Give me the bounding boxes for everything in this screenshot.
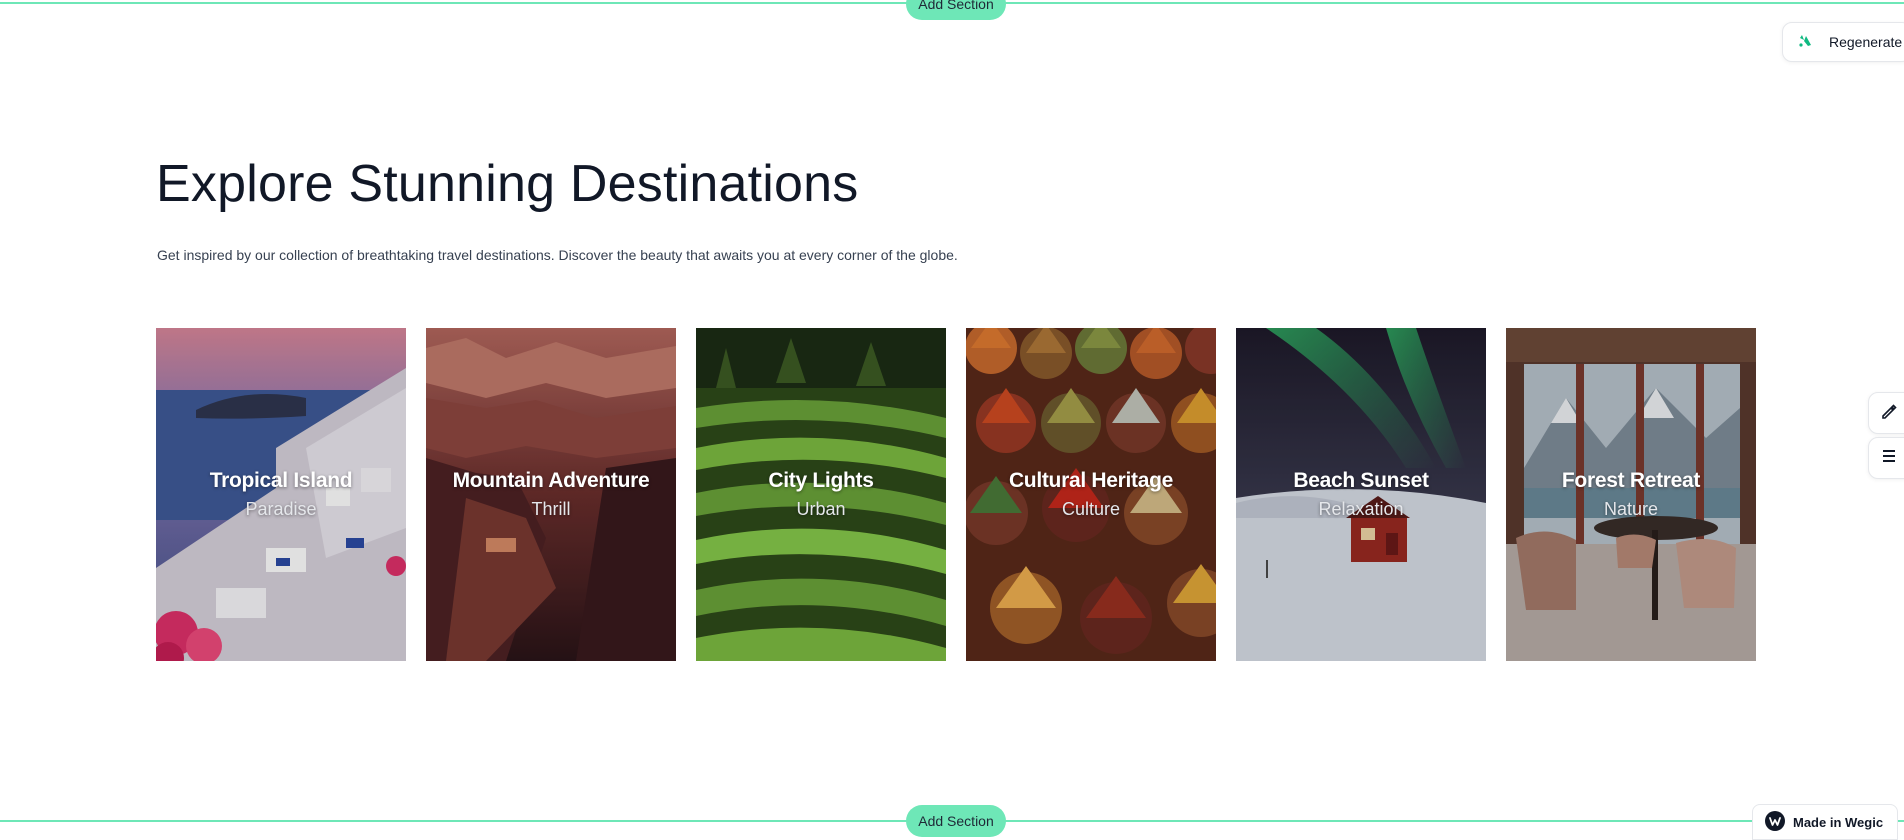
destination-card[interactable]: Forest Retreat Nature [1506, 328, 1756, 661]
destination-card[interactable]: Tropical Island Paradise [156, 328, 406, 661]
card-title: Tropical Island [209, 469, 353, 492]
card-subtitle: Culture [1061, 499, 1121, 519]
card-title: Cultural Heritage [1008, 469, 1174, 492]
edit-pen-icon [1880, 402, 1898, 425]
card-overlay [696, 328, 946, 661]
edit-style-button[interactable] [1868, 392, 1904, 434]
card-subtitle: Paradise [245, 499, 317, 519]
destination-card[interactable]: Cultural Heritage Culture [966, 328, 1216, 661]
badge-label: Made in Wegic [1793, 814, 1884, 830]
destination-card[interactable]: Beach Sunset Relaxation [1236, 328, 1486, 661]
card-overlay [426, 328, 676, 661]
section-subtitle: Get inspired by our collection of breath… [157, 247, 958, 263]
card-overlay [156, 328, 406, 661]
card-subtitle: Urban [796, 499, 846, 519]
menu-icon [1881, 449, 1897, 468]
card-overlay [966, 328, 1216, 661]
made-in-wegic-badge[interactable]: Made in Wegic [1752, 804, 1898, 840]
regenerate-label: Regenerate [1829, 34, 1903, 50]
card-title: Forest Retreat [1561, 469, 1701, 492]
card-title: Beach Sunset [1293, 469, 1429, 492]
card-title: City Lights [768, 469, 874, 492]
card-title: Mountain Adventure [452, 469, 650, 492]
card-subtitle: Nature [1603, 499, 1659, 519]
add-section-button-top[interactable]: Add Section [906, 0, 1006, 20]
card-overlay [1506, 328, 1756, 661]
destination-card[interactable]: Mountain Adventure Thrill [426, 328, 676, 661]
destination-card[interactable]: City Lights Urban [696, 328, 946, 661]
wegic-logo-icon [1765, 810, 1785, 834]
sparkle-icon [1797, 32, 1815, 53]
add-section-button-bottom[interactable]: Add Section [906, 805, 1006, 837]
card-overlay [1236, 328, 1486, 661]
section-title: Explore Stunning Destinations [156, 155, 859, 213]
section-menu-button[interactable] [1868, 437, 1904, 479]
card-subtitle: Relaxation [1318, 499, 1404, 519]
card-subtitle: Thrill [531, 499, 571, 519]
regenerate-button[interactable]: Regenerate [1782, 22, 1904, 62]
